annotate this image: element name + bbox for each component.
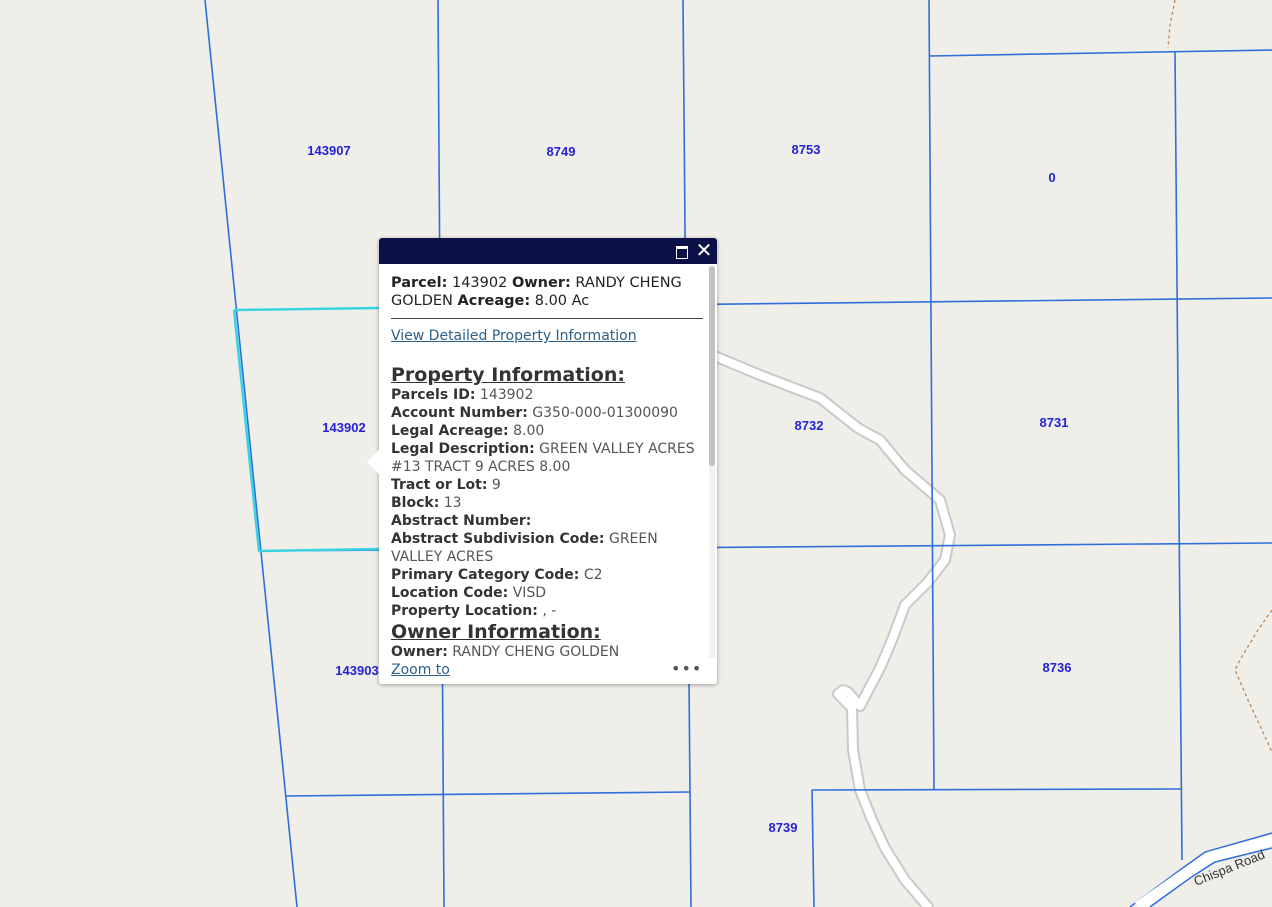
popup-body[interactable]: Parcel: 143902 Owner: RANDY CHENG GOLDEN… — [391, 274, 703, 656]
parcel-label[interactable]: 8731 — [1040, 415, 1069, 430]
parcel-label[interactable]: 143902 — [322, 420, 365, 435]
owner-info-heading: Owner Information: — [391, 621, 601, 643]
title-parcel: 143902 — [451, 275, 508, 291]
field-row: Owner: RANDY CHENG GOLDEN — [391, 644, 620, 656]
popup-title: Parcel: 143902 Owner: RANDY CHENG GOLDEN… — [391, 274, 703, 319]
view-detailed-property-link[interactable]: View Detailed Property Information — [391, 327, 703, 345]
popup-header: ✕ — [379, 238, 717, 264]
field-row: Abstract Subdivision Code: GREEN VALLEY … — [391, 531, 658, 565]
popup-pointer — [367, 450, 379, 474]
parcel-popup[interactable]: ✕ Parcel: 143902 Owner: RANDY CHENG GOLD… — [367, 238, 717, 684]
field-row: Abstract Number: — [391, 513, 532, 529]
parcel-label[interactable]: 8736 — [1043, 660, 1072, 675]
zoom-to-link[interactable]: Zoom to — [391, 662, 450, 678]
field-row: Legal Acreage: 8.00 — [391, 423, 545, 439]
field-row: Legal Description: GREEN VALLEY ACRES #1… — [391, 441, 695, 475]
parcel-label[interactable]: 143907 — [307, 143, 350, 158]
parcel-label[interactable]: 8749 — [547, 144, 576, 159]
maximize-icon[interactable] — [673, 242, 691, 260]
field-row: Property Location: , - — [391, 603, 557, 619]
property-info-heading: Property Information: — [391, 364, 625, 386]
field-row: Location Code: VISD — [391, 585, 547, 601]
scrollbar-thumb[interactable] — [709, 266, 715, 466]
field-row: Account Number: G350-000-01300090 — [391, 405, 678, 421]
parcel-label[interactable]: 8753 — [792, 142, 821, 157]
close-icon[interactable]: ✕ — [695, 240, 713, 260]
field-row: Parcels ID: 143902 — [391, 387, 534, 403]
title-acreage: 8.00 Ac — [534, 293, 590, 309]
parcel-label[interactable]: 143903 — [335, 663, 378, 678]
parcel-label[interactable]: 8739 — [769, 820, 798, 835]
field-row: Block: 13 — [391, 495, 462, 511]
parcel-label[interactable]: 0 — [1048, 170, 1055, 185]
field-row: Primary Category Code: C2 — [391, 567, 603, 583]
parcel-label[interactable]: 8732 — [795, 418, 824, 433]
popup-scrollbar[interactable] — [709, 266, 715, 658]
field-row: Tract or Lot: 9 — [391, 477, 501, 493]
ellipsis-icon[interactable]: ••• — [671, 661, 701, 680]
